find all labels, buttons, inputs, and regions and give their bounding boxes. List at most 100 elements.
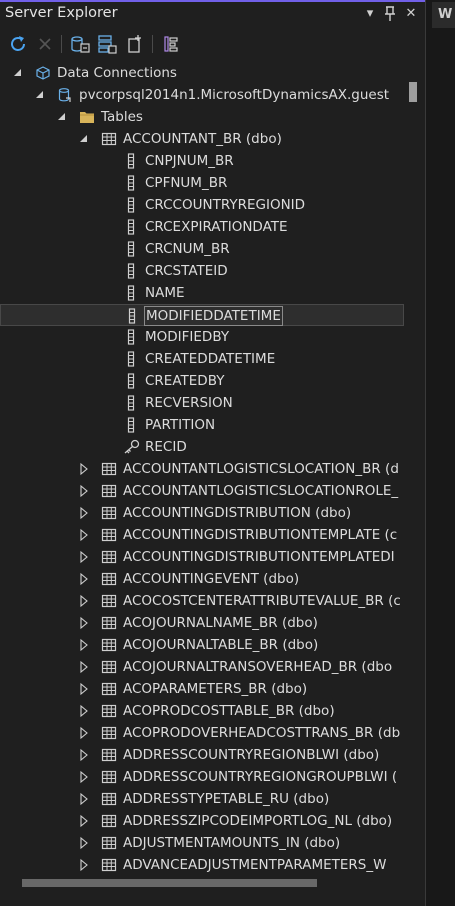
- tree-row[interactable]: CREATEDDATETIME: [0, 348, 404, 370]
- tree-row[interactable]: CNPJNUM_BR: [0, 150, 404, 172]
- tree-row[interactable]: ADDRESSCOUNTRYREGIONBLWI (dbo): [0, 744, 404, 766]
- tree-row[interactable]: MODIFIEDDATETIME: [0, 304, 404, 326]
- expand-arrow-icon[interactable]: [77, 612, 91, 634]
- connect-database-button[interactable]: [69, 33, 91, 55]
- expand-arrow-icon[interactable]: [77, 480, 91, 502]
- expand-arrow-icon[interactable]: [77, 766, 91, 788]
- add-connection-icon: [128, 35, 141, 53]
- filter-button[interactable]: [161, 33, 183, 55]
- close-panel-icon[interactable]: ✕: [402, 4, 420, 24]
- tree-item-label: CRCCOUNTRYREGIONID: [145, 197, 306, 213]
- table-icon: [101, 703, 117, 719]
- pin-icon[interactable]: [381, 4, 399, 24]
- table-icon: [101, 461, 117, 477]
- tree-item-label: ACOJOURNALTRANSOVERHEAD_BR (dbo: [123, 659, 393, 675]
- tree-item-label: ACCOUNTINGDISTRIBUTION (dbo): [123, 505, 352, 521]
- tree-row[interactable]: ACCOUNTANTLOGISTICSLOCATIONROLE_: [0, 480, 404, 502]
- tree-row[interactable]: PARTITION: [0, 414, 404, 436]
- tree-row[interactable]: Tables: [0, 106, 404, 128]
- tree-row[interactable]: ACCOUNTANT_BR (dbo): [0, 128, 404, 150]
- tree-row[interactable]: ADDRESSCOUNTRYREGIONGROUPBLWI (: [0, 766, 404, 788]
- tree-row[interactable]: NAME: [0, 282, 404, 304]
- expand-arrow-icon[interactable]: [77, 656, 91, 678]
- window-position-dropdown-icon[interactable]: ▾: [361, 4, 379, 24]
- expand-arrow-icon[interactable]: [77, 524, 91, 546]
- expand-arrow-icon[interactable]: [77, 568, 91, 590]
- expand-arrow-icon[interactable]: [77, 700, 91, 722]
- expand-arrow-icon[interactable]: [77, 634, 91, 656]
- expand-arrow-icon[interactable]: [77, 810, 91, 832]
- tree-item-label: ACOJOURNALTABLE_BR (dbo): [123, 637, 319, 653]
- tree-row[interactable]: RECID: [0, 436, 404, 458]
- column-icon: [123, 197, 139, 213]
- stop-button[interactable]: [34, 33, 56, 55]
- data-connections-icon: [35, 65, 51, 81]
- connect-azure-button[interactable]: [124, 33, 146, 55]
- tree-item-label: Tables: [101, 109, 143, 125]
- tree-row[interactable]: ACCOUNTINGDISTRIBUTION (dbo): [0, 502, 404, 524]
- collapse-arrow-icon[interactable]: [33, 84, 47, 106]
- tree-row[interactable]: ACOJOURNALTABLE_BR (dbo): [0, 634, 404, 656]
- tree-row[interactable]: Data Connections: [0, 62, 404, 84]
- tree-item-label: CREATEDBY: [145, 373, 225, 389]
- column-icon: [123, 417, 139, 433]
- vertical-scrollbar[interactable]: [404, 62, 421, 874]
- expand-arrow-icon[interactable]: [77, 832, 91, 854]
- expand-arrow-icon[interactable]: [77, 546, 91, 568]
- vertical-scroll-thumb[interactable]: [409, 82, 417, 102]
- expand-arrow-icon[interactable]: [77, 788, 91, 810]
- expand-arrow-icon[interactable]: [77, 854, 91, 874]
- tree-row[interactable]: CPFNUM_BR: [0, 172, 404, 194]
- tree-row[interactable]: CRCEXPIRATIONDATE: [0, 216, 404, 238]
- expand-arrow-icon[interactable]: [77, 678, 91, 700]
- tree-row[interactable]: ACOCOSTCENTERATTRIBUTEVALUE_BR (c: [0, 590, 404, 612]
- adjacent-panel-tab[interactable]: W: [432, 2, 455, 28]
- server-explorer-tree[interactable]: Data Connections pvcorpsql2014n1.Microsof…: [0, 62, 404, 874]
- tree-row[interactable]: ACOPRODOVERHEADCOSTTRANS_BR (db: [0, 722, 404, 744]
- refresh-icon: [11, 36, 25, 51]
- tree-row[interactable]: RECVERSION: [0, 392, 404, 414]
- tree-row[interactable]: MODIFIEDBY: [0, 326, 404, 348]
- expand-arrow-icon[interactable]: [77, 744, 91, 766]
- collapse-arrow-icon[interactable]: [11, 62, 25, 84]
- tree-row[interactable]: ACOJOURNALNAME_BR (dbo): [0, 612, 404, 634]
- tree-row[interactable]: pvcorpsql2014n1.MicrosoftDynamicsAX.gues…: [0, 84, 404, 106]
- table-icon: [101, 835, 117, 851]
- expand-arrow-icon[interactable]: [77, 722, 91, 744]
- expand-arrow-icon[interactable]: [77, 590, 91, 612]
- tree-row[interactable]: CREATEDBY: [0, 370, 404, 392]
- refresh-button[interactable]: [7, 33, 29, 55]
- tree-row[interactable]: ACCOUNTINGDISTRIBUTIONTEMPLATE (c: [0, 524, 404, 546]
- tree-row[interactable]: ACCOUNTANTLOGISTICSLOCATION_BR (d: [0, 458, 404, 480]
- tree-row[interactable]: ACOPARAMETERS_BR (dbo): [0, 678, 404, 700]
- panel-title-bar: Server Explorer ▾ ✕: [0, 0, 425, 28]
- tree-row[interactable]: CRCSTATEID: [0, 260, 404, 282]
- tree-row[interactable]: ADVANCEADJUSTMENTPARAMETERS_W: [0, 854, 404, 874]
- tree-item-label: ACCOUNTANTLOGISTICSLOCATIONROLE_: [123, 483, 399, 499]
- expand-arrow-icon[interactable]: [77, 502, 91, 524]
- toolbar-separator: [152, 35, 153, 53]
- tree-row[interactable]: ACCOUNTINGDISTRIBUTIONTEMPLATEDI: [0, 546, 404, 568]
- tree-row[interactable]: ACCOUNTINGEVENT (dbo): [0, 568, 404, 590]
- tree-row[interactable]: ADDRESSTYPETABLE_RU (dbo): [0, 788, 404, 810]
- tree-item-label: ACCOUNTANT_BR (dbo): [123, 131, 282, 147]
- tree-row[interactable]: CRCCOUNTRYREGIONID: [0, 194, 404, 216]
- tree-item-label: ACOJOURNALNAME_BR (dbo): [123, 615, 318, 631]
- expand-arrow-icon[interactable]: [77, 458, 91, 480]
- tree-row[interactable]: ADJUSTMENTAMOUNTS_IN (dbo): [0, 832, 404, 854]
- horizontal-scrollbar[interactable]: [0, 874, 421, 891]
- tree-row[interactable]: CRCNUM_BR: [0, 238, 404, 260]
- table-icon: [101, 483, 117, 499]
- table-icon: [101, 571, 117, 587]
- tree-row[interactable]: ACOJOURNALTRANSOVERHEAD_BR (dbo: [0, 656, 404, 678]
- panel-title: Server Explorer: [5, 5, 118, 21]
- connect-server-button[interactable]: [96, 33, 118, 55]
- horizontal-scroll-thumb[interactable]: [22, 879, 317, 887]
- column-icon: [123, 351, 139, 367]
- tree-row[interactable]: ACOPRODCOSTTABLE_BR (dbo): [0, 700, 404, 722]
- collapse-arrow-icon[interactable]: [55, 106, 69, 128]
- tree-row[interactable]: ADDRESSZIPCODEIMPORTLOG_NL (dbo): [0, 810, 404, 832]
- tree-item-label: MODIFIEDDATETIME: [144, 306, 283, 326]
- tree-item-label: NAME: [145, 285, 185, 301]
- collapse-arrow-icon[interactable]: [77, 128, 91, 150]
